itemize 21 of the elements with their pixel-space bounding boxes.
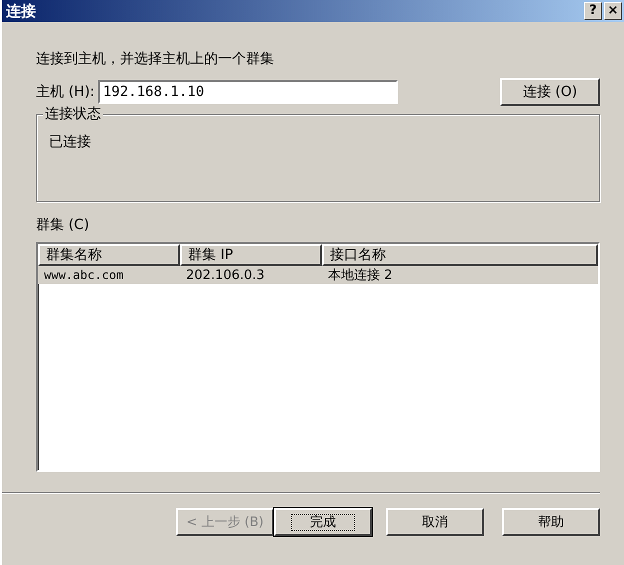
connect-button[interactable]: 连接 (O) (500, 78, 600, 106)
cluster-label: 群集 (C) (36, 216, 90, 235)
dialog-button[interactable]: 完成 (274, 508, 372, 536)
instruction-text: 连接到主机，并选择主机上的一个群集 (36, 50, 275, 69)
host-field[interactable]: 192.168.1.10 (98, 80, 398, 104)
window-title: 连接 (6, 2, 36, 20)
close-button[interactable]: × (604, 2, 622, 20)
status-text: 已连接 (49, 133, 91, 151)
list-cell-text: 202.106.0.3 (185, 268, 266, 282)
dialog-button[interactable]: 帮助 (502, 508, 600, 536)
host-label: 主机 (H): (36, 83, 96, 101)
group-title: 连接状态 (43, 105, 103, 123)
help-button[interactable]: ? (584, 2, 602, 20)
column-header[interactable]: 群集 IP (180, 244, 322, 266)
cluster-list[interactable]: 群集名称 群集 IP 接口名称 www.abc.com 202.106.0.3 本地连接 2 (36, 242, 600, 472)
list-row[interactable]: www.abc.com 202.106.0.3 本地连接 2 (38, 266, 598, 284)
list-cell-text: www.abc.com (43, 268, 124, 282)
list-cell-text: 本地连接 2 (327, 267, 394, 284)
dialog-button[interactable]: 取消 (386, 508, 484, 536)
column-header[interactable]: 接口名称 (322, 244, 598, 266)
column-header[interactable]: 群集名称 (38, 244, 180, 266)
